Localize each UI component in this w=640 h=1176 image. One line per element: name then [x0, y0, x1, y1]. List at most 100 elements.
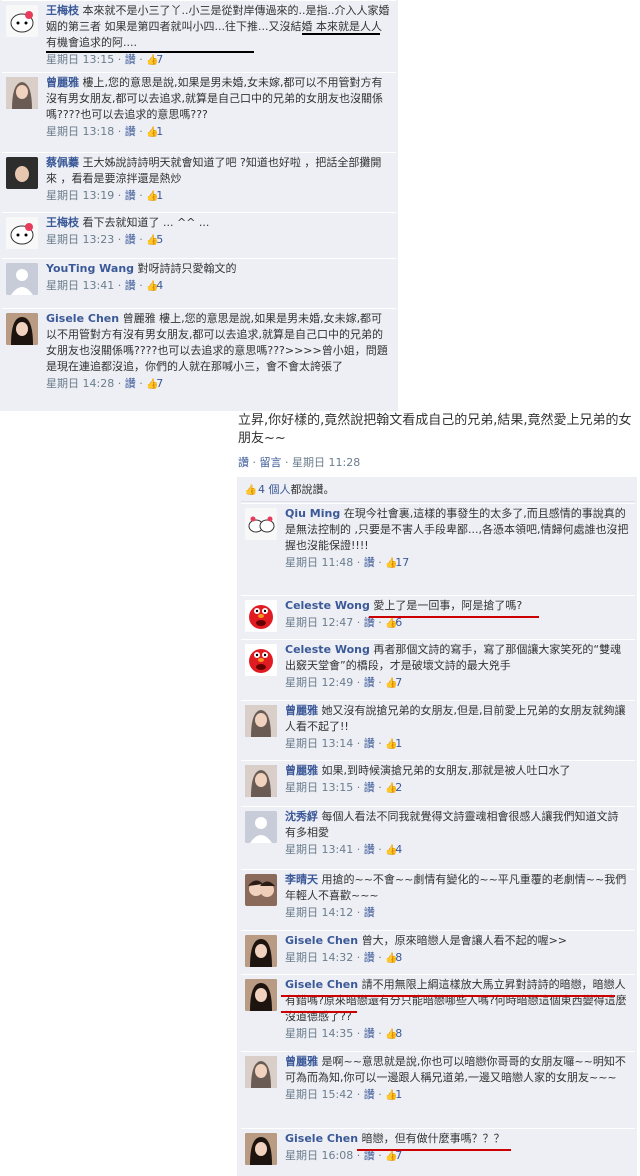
- thumbs-up-icon: 👍: [146, 191, 159, 202]
- comment-author[interactable]: YouTing Wang: [46, 262, 134, 275]
- like-count[interactable]: 👍7: [146, 53, 163, 66]
- like-count[interactable]: 👍17: [385, 556, 409, 569]
- comment-time: 星期日 14:12: [285, 906, 354, 919]
- like-count[interactable]: 👍8: [385, 951, 402, 964]
- comment-author[interactable]: 曾麗雅: [285, 1055, 318, 1068]
- comment-time: 星期日 13:18: [46, 125, 115, 138]
- comment-author[interactable]: 曾麗雅: [285, 764, 318, 777]
- top-comments-panel: 王梅枝 本來就不是小三了丫..小三是從對岸傳過來的..是指..介入人家婚姻的第三…: [0, 0, 398, 411]
- post-comment-button[interactable]: 留言: [260, 456, 282, 469]
- comment-text: 樓上,您的意思是說,如果是男未婚,女未嫁,都可以不用管對方有沒有男女朋友,都可以…: [46, 76, 383, 121]
- comment-text: 本來就不是小三了丫..小三是從對岸傳過來的..是指..介入人家婚姻的第三者 如果…: [46, 4, 390, 49]
- thumbs-up-icon: 👍: [244, 485, 257, 496]
- like-button[interactable]: 讚: [125, 279, 136, 292]
- comment-text: 如果,到時候演搶兄弟的女朋友,那就是被人吐口水了: [321, 764, 571, 777]
- comment-author[interactable]: 王梅枝: [46, 216, 79, 229]
- hello-kitty-avatar[interactable]: [245, 508, 277, 540]
- like-count[interactable]: 👍8: [385, 1027, 402, 1040]
- like-button[interactable]: 讚: [364, 906, 375, 919]
- like-button[interactable]: 讚: [364, 951, 375, 964]
- underline-annotation: [281, 1011, 357, 1013]
- thumbs-up-icon: 👍: [385, 783, 398, 794]
- comment-author[interactable]: Gisele Chen: [285, 978, 358, 991]
- hello-kitty-avatar[interactable]: [6, 5, 38, 37]
- comment-item: 曾麗雅 是啊~~意思就是說,你也可以暗戀你哥哥的女朋友囉~~明知不可為而為知,你…: [241, 1051, 635, 1128]
- comment-author[interactable]: Gisele Chen: [285, 934, 358, 947]
- comment-item: Gisele Chen 暗戀，但有做什麼事嗎？？？ 星期日 16:08 · 讚 …: [241, 1128, 635, 1174]
- like-button[interactable]: 讚: [125, 233, 136, 246]
- like-button[interactable]: 讚: [364, 1088, 375, 1101]
- comment-meta: 星期日 11:48 · 讚 · 👍17: [285, 556, 410, 569]
- woman-avatar[interactable]: [245, 705, 277, 737]
- comment-text: 王大姊說詩詩明天就會知道了吧 ?知道也好啦 ，把話全部攤開來 ，看看是要涼拌還是…: [46, 156, 382, 185]
- comment-time: 星期日 16:08: [285, 1149, 354, 1162]
- thumbs-up-icon: 👍: [385, 678, 398, 689]
- woman-avatar[interactable]: [245, 979, 277, 1011]
- thumbs-up-icon: 👍: [385, 1090, 398, 1101]
- like-count[interactable]: 👍1: [385, 1088, 402, 1101]
- likes-summary-count[interactable]: 4 個人: [258, 483, 291, 496]
- comment-text: 是啊~~意思就是說,你也可以暗戀你哥哥的女朋友囉~~明知不可為而為知,你可以一邊…: [285, 1055, 626, 1084]
- like-button[interactable]: 讚: [125, 53, 136, 66]
- couple-avatar[interactable]: [245, 874, 277, 906]
- elmo-avatar[interactable]: [245, 644, 277, 676]
- comment-author[interactable]: Qiu Ming: [285, 507, 340, 520]
- comment-author[interactable]: Gisele Chen: [285, 1132, 358, 1145]
- comment-author[interactable]: Celeste Wong: [285, 599, 370, 612]
- comment-time: 星期日 14:35: [285, 1027, 354, 1040]
- like-count[interactable]: 👍7: [385, 676, 402, 689]
- comment-author[interactable]: Gisele Chen: [46, 312, 119, 325]
- comment-author[interactable]: 李晴天: [285, 873, 318, 886]
- woman-avatar[interactable]: [245, 1133, 277, 1165]
- default-avatar[interactable]: [6, 263, 38, 295]
- like-button[interactable]: 讚: [364, 1027, 375, 1040]
- comment-meta: 星期日 13:41 · 讚 · 👍4: [285, 843, 403, 856]
- like-button[interactable]: 讚: [364, 781, 375, 794]
- woman-avatar[interactable]: [245, 935, 277, 967]
- comment-author[interactable]: 曾麗雅: [285, 704, 318, 717]
- comment-author[interactable]: 王梅枝: [46, 4, 79, 17]
- comment-time: 星期日 13:14: [285, 737, 354, 750]
- woman-avatar[interactable]: [6, 157, 38, 189]
- like-button[interactable]: 讚: [364, 676, 375, 689]
- woman-avatar[interactable]: [6, 77, 38, 109]
- like-count[interactable]: 👍5: [146, 233, 163, 246]
- comment-item: 曾麗雅 如果,到時候演搶兄弟的女朋友,那就是被人吐口水了 星期日 13:15 ·…: [241, 760, 635, 806]
- default-avatar[interactable]: [245, 811, 277, 843]
- like-button[interactable]: 讚: [125, 189, 136, 202]
- woman-avatar[interactable]: [245, 1056, 277, 1088]
- elmo-avatar[interactable]: [245, 600, 277, 632]
- like-count[interactable]: 👍1: [146, 125, 163, 138]
- woman-avatar[interactable]: [6, 313, 38, 345]
- comment-time: 星期日 12:47: [285, 616, 354, 629]
- like-count[interactable]: 👍1: [146, 189, 163, 202]
- comment-time: 星期日 13:15: [285, 781, 354, 794]
- comment-item: Celeste Wong 再者那個文詩的寫手，寫了那個讓大家笑死的“雙魂出竅天堂…: [241, 639, 635, 700]
- like-count[interactable]: 👍7: [146, 377, 163, 390]
- woman-avatar[interactable]: [245, 765, 277, 797]
- like-count[interactable]: 👍4: [146, 279, 163, 292]
- comment-author[interactable]: 蔡佩蓁: [46, 156, 79, 169]
- comment-text: 看下去就知道了 ... ^^ ...: [82, 216, 210, 229]
- comment-item: YouTing Wang 對呀詩詩只愛翰文的 星期日 13:41 · 讚 · 👍…: [2, 258, 396, 308]
- like-button[interactable]: 讚: [364, 843, 375, 856]
- like-count[interactable]: 👍4: [385, 843, 402, 856]
- hello-kitty-avatar[interactable]: [6, 217, 38, 249]
- post-text: 立昇,你好樣的,竟然說把翰文看成自己的兄弟,結果,竟然愛上兄弟的女朋友~~: [238, 413, 632, 446]
- post-meta: 讚 · 留言 · 星期日 11:28: [238, 456, 361, 469]
- post-like-button[interactable]: 讚: [238, 456, 249, 469]
- comment-meta: 星期日 14:32 · 讚 · 👍8: [285, 951, 403, 964]
- like-count[interactable]: 👍1: [385, 737, 402, 750]
- comment-author[interactable]: 沈秀綒: [285, 810, 318, 823]
- like-button[interactable]: 讚: [364, 737, 375, 750]
- like-button[interactable]: 讚: [125, 125, 136, 138]
- likes-summary-text: 都說讚。: [290, 483, 335, 496]
- comment-author[interactable]: Celeste Wong: [285, 643, 370, 656]
- like-button[interactable]: 讚: [125, 377, 136, 390]
- comment-text: 暗戀，但有做什麼事嗎？？？: [361, 1132, 505, 1145]
- underline-annotation: [302, 33, 380, 35]
- like-count[interactable]: 👍2: [385, 781, 402, 794]
- comment-author[interactable]: 曾麗雅: [46, 76, 79, 89]
- comment-text: 她又沒有說搶兄弟的女朋友,但是,目前愛上兄弟的女朋友就夠讓人看不起了!!: [285, 704, 626, 733]
- like-button[interactable]: 讚: [364, 556, 375, 569]
